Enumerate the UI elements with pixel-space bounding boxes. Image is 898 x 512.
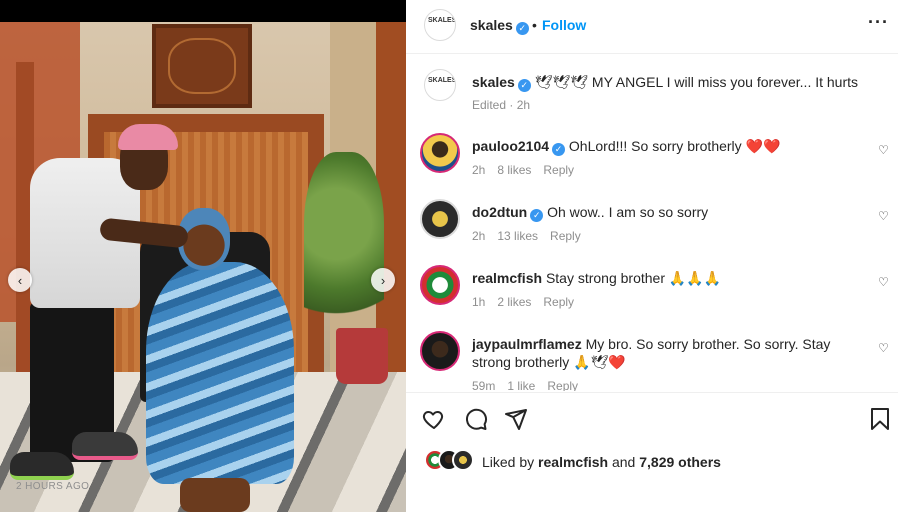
comment-meta: 2h 8 likes Reply: [472, 163, 586, 177]
verified-icon: ✓: [515, 22, 529, 35]
comment-username[interactable]: do2dtun: [472, 204, 527, 220]
bookmark-icon[interactable]: [868, 407, 892, 431]
comment-username[interactable]: pauloo2104: [472, 138, 549, 154]
comment-time: 2h: [472, 229, 486, 243]
post-header: SKALES skales ✓ • Follow ···: [406, 0, 898, 54]
comment-likes[interactable]: 1 like: [507, 379, 535, 391]
comment-time: 2h: [472, 163, 486, 177]
header-username-label[interactable]: skales: [470, 17, 513, 33]
reply-button[interactable]: Reply: [550, 229, 581, 243]
comment-time: 59m: [472, 379, 496, 391]
caption-meta: Edited · 2h: [472, 98, 531, 112]
chevron-left-icon[interactable]: ‹: [8, 268, 32, 292]
heart-icon[interactable]: ♡: [878, 209, 889, 223]
post-side-panel: SKALES skales ✓ • Follow ··· SKALES skale…: [406, 0, 898, 512]
avatar[interactable]: SKALES: [424, 69, 456, 101]
comments-list[interactable]: SKALES skales ✓ 🕊🕊🕊 MY ANGEL I will miss …: [406, 55, 898, 391]
caption-body: 🕊🕊🕊 MY ANGEL I will miss you forever... …: [534, 74, 859, 90]
skales-logo: SKALES: [428, 17, 456, 24]
separator-dot: •: [532, 17, 537, 33]
avatar[interactable]: [420, 331, 460, 371]
photo-man-cap: [118, 124, 178, 150]
comment-text: realmcfish Stay strong brother 🙏🙏🙏: [472, 269, 864, 287]
photo-shoe: [72, 432, 138, 460]
follow-button[interactable]: Follow: [542, 17, 586, 33]
comment-body: OhLord!!! So sorry brotherly ❤️❤️: [568, 138, 781, 154]
top-strip: [0, 0, 406, 22]
reply-button[interactable]: Reply: [543, 163, 574, 177]
comment-icon[interactable]: [464, 407, 488, 431]
reply-button[interactable]: Reply: [547, 379, 578, 391]
photo-plant: [304, 152, 384, 332]
post-timestamp[interactable]: 2 HOURS AGO: [16, 481, 89, 492]
verified-icon: ✓: [552, 143, 566, 156]
avatar[interactable]: [420, 265, 460, 305]
heart-icon[interactable]: ♡: [878, 275, 889, 289]
caption-text: skales ✓ 🕊🕊🕊 MY ANGEL I will miss you for…: [472, 73, 864, 92]
comment-text: do2dtun ✓ Oh wow.. I am so so sorry: [472, 203, 864, 222]
photo-shoe: [10, 452, 74, 480]
photo-carved-panel: [152, 24, 252, 108]
comment-meta: 2h 13 likes Reply: [472, 229, 593, 243]
comment-meta: 59m 1 like Reply: [472, 379, 590, 391]
chevron-right-icon[interactable]: ›: [371, 268, 395, 292]
avatar: [452, 449, 474, 471]
comment-body: Oh wow.. I am so so sorry: [547, 204, 709, 220]
skales-logo: SKALES: [428, 77, 456, 84]
comment-meta: 1h 2 likes Reply: [472, 295, 586, 309]
comment-username[interactable]: realmcfish: [472, 270, 542, 286]
verified-icon: ✓: [517, 79, 531, 92]
caption-username[interactable]: skales: [472, 74, 515, 90]
liked-by-text: Liked by realmcfish and 7,829 others: [482, 454, 721, 470]
heart-icon[interactable]: [422, 407, 446, 431]
comment-username[interactable]: jaypaulmrflamez: [472, 336, 582, 352]
comment-text: pauloo2104 ✓ OhLord!!! So sorry brotherly…: [472, 137, 864, 156]
photo-woman-dress: [146, 262, 294, 484]
heart-icon[interactable]: ♡: [878, 143, 889, 157]
avatar[interactable]: SKALES: [424, 9, 456, 41]
heart-icon[interactable]: ♡: [878, 341, 889, 355]
photo-feet: [180, 478, 250, 512]
share-icon[interactable]: [504, 407, 528, 431]
liked-by-prefix: Liked by: [482, 454, 539, 470]
comment-body: Stay strong brother 🙏🙏🙏: [545, 270, 722, 286]
comment-likes[interactable]: 2 likes: [497, 295, 531, 309]
header-username[interactable]: skales ✓: [470, 17, 529, 35]
avatar[interactable]: [420, 133, 460, 173]
more-options-icon[interactable]: ···: [868, 12, 889, 33]
verified-icon: ✓: [530, 209, 544, 222]
comment-likes[interactable]: 13 likes: [497, 229, 538, 243]
avatar[interactable]: [420, 199, 460, 239]
liked-by-user[interactable]: realmcfish: [538, 454, 608, 470]
post-actions: Liked by realmcfish and 7,829 others: [406, 392, 898, 512]
liked-by-count[interactable]: 7,829 others: [639, 454, 721, 470]
reply-button[interactable]: Reply: [543, 295, 574, 309]
liked-by-middle: and: [608, 454, 640, 470]
post-photo[interactable]: [0, 22, 406, 512]
photo-pot: [336, 328, 388, 384]
comment-text: jaypaulmrflamez My bro. So sorry brother…: [472, 335, 864, 371]
comment-time: 1h: [472, 295, 486, 309]
comment-likes[interactable]: 8 likes: [497, 163, 531, 177]
